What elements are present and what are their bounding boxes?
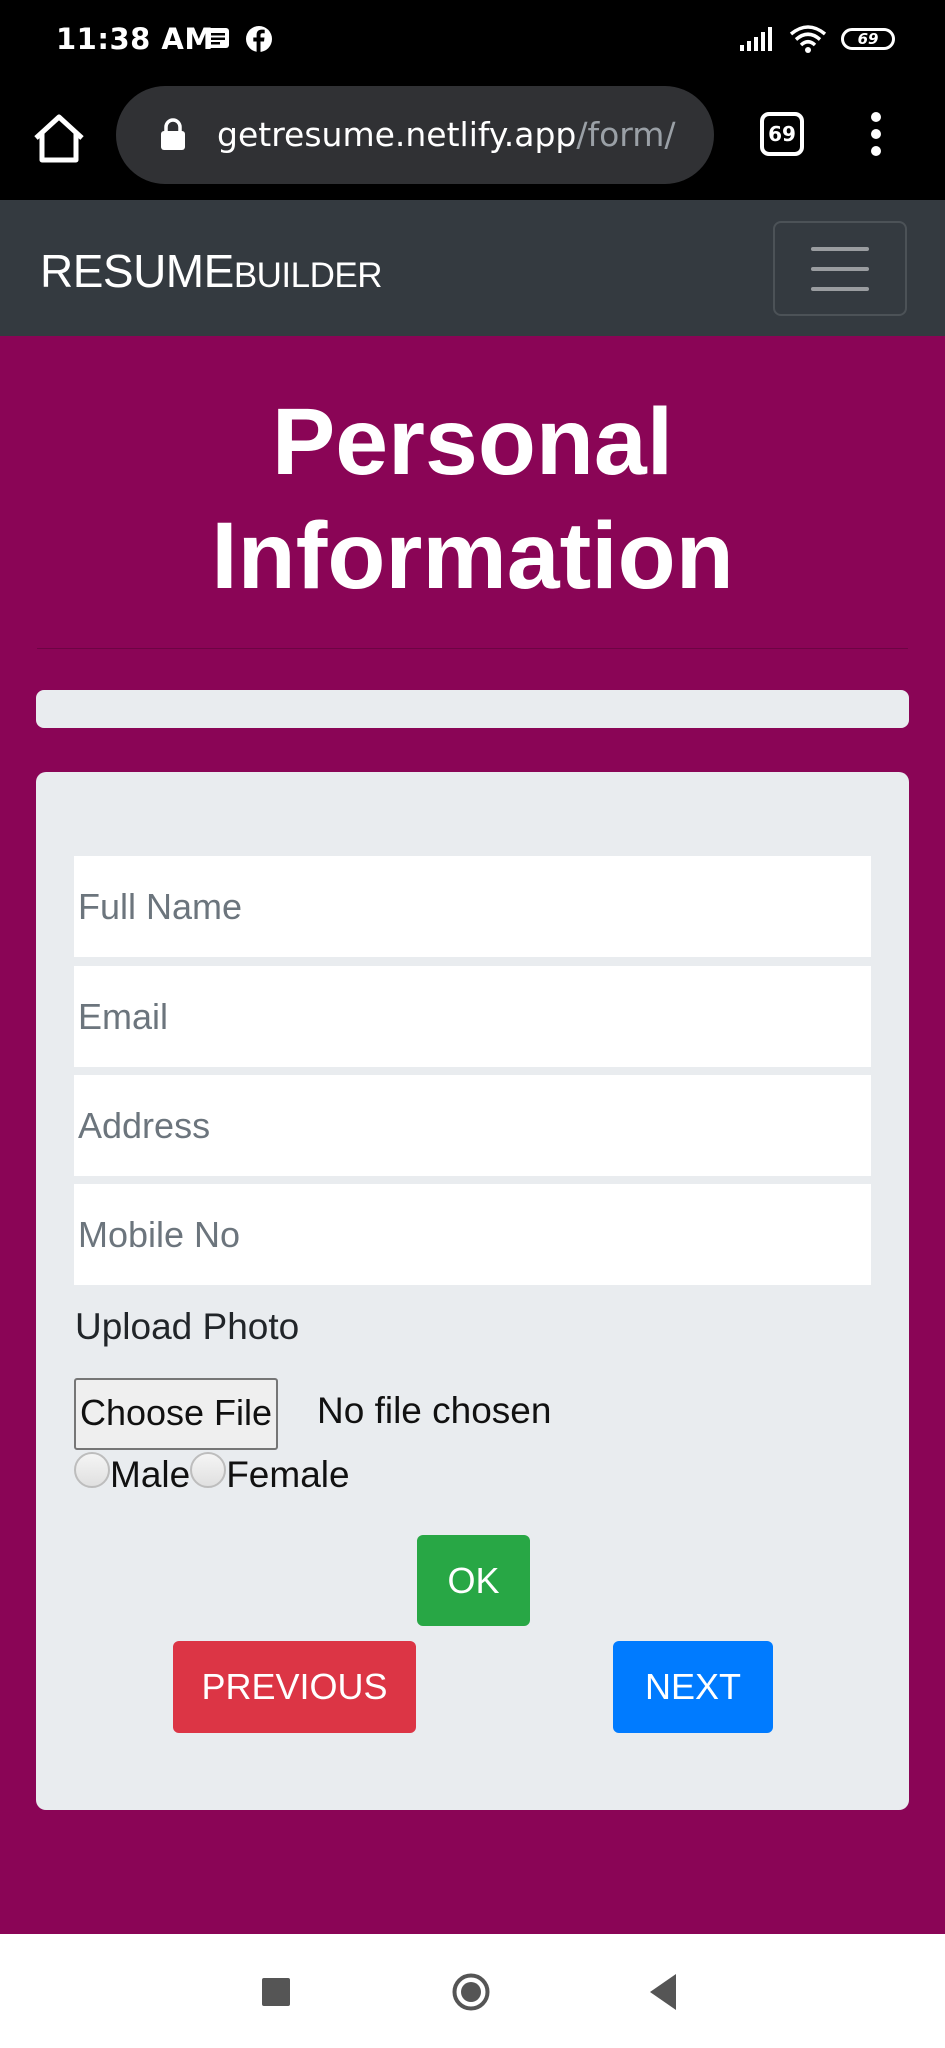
back-icon[interactable]	[648, 1972, 678, 2012]
brand-main: RESUME	[40, 245, 234, 297]
mobile-input[interactable]	[74, 1184, 871, 1285]
home-icon[interactable]	[30, 110, 88, 168]
page-title-line1: Personal	[271, 389, 674, 495]
browser-toolbar: getresume.netlify.app/form/ 69	[0, 82, 945, 200]
facebook-icon	[246, 26, 272, 52]
next-button[interactable]: NEXT	[613, 1641, 773, 1733]
choose-file-button[interactable]: Choose File	[74, 1378, 278, 1450]
email-input[interactable]	[74, 966, 871, 1067]
url-host: getresume.netlify.app	[217, 115, 577, 154]
page-title-line2: Information	[211, 503, 734, 609]
radio-male[interactable]	[74, 1452, 110, 1488]
more-options-icon[interactable]	[862, 112, 890, 162]
previous-button[interactable]: PREVIOUS	[173, 1641, 416, 1733]
address-bar[interactable]: getresume.netlify.app/form/	[116, 86, 714, 184]
radio-male-label[interactable]: Male	[110, 1454, 190, 1496]
personal-info-form: Upload Photo Choose File No file chosen …	[36, 772, 909, 1810]
brand-logo[interactable]: RESUMEBUILDER	[40, 244, 383, 298]
url-path: /form/	[576, 115, 676, 154]
progress-bar	[36, 690, 909, 728]
status-bar: 11:38 AM 69	[0, 0, 945, 82]
gender-radio-group: Male Female	[74, 1452, 350, 1496]
tab-switcher-button[interactable]: 69	[760, 112, 804, 156]
home-nav-icon[interactable]	[452, 1973, 490, 2011]
hamburger-menu-button[interactable]	[773, 221, 907, 316]
signal-icon	[740, 27, 772, 51]
lock-icon	[161, 118, 185, 150]
wifi-icon	[789, 25, 827, 53]
upload-photo-label: Upload Photo	[75, 1306, 300, 1347]
ok-button[interactable]: OK	[417, 1535, 530, 1626]
battery-icon: 69	[841, 28, 895, 50]
app-navbar: RESUMEBUILDER	[0, 200, 945, 336]
brand-sub: BUILDER	[233, 256, 383, 295]
recent-apps-icon[interactable]	[262, 1978, 290, 2006]
system-nav-bar	[0, 1934, 945, 2048]
full-name-input[interactable]	[74, 856, 871, 957]
file-status-text: No file chosen	[317, 1390, 552, 1431]
divider	[37, 648, 908, 649]
address-input[interactable]	[74, 1075, 871, 1176]
page-title: Personal Information	[0, 385, 945, 613]
radio-female[interactable]	[190, 1452, 227, 1488]
news-icon	[207, 28, 229, 48]
radio-female-label[interactable]: Female	[226, 1454, 349, 1496]
status-time: 11:38 AM	[56, 22, 214, 56]
